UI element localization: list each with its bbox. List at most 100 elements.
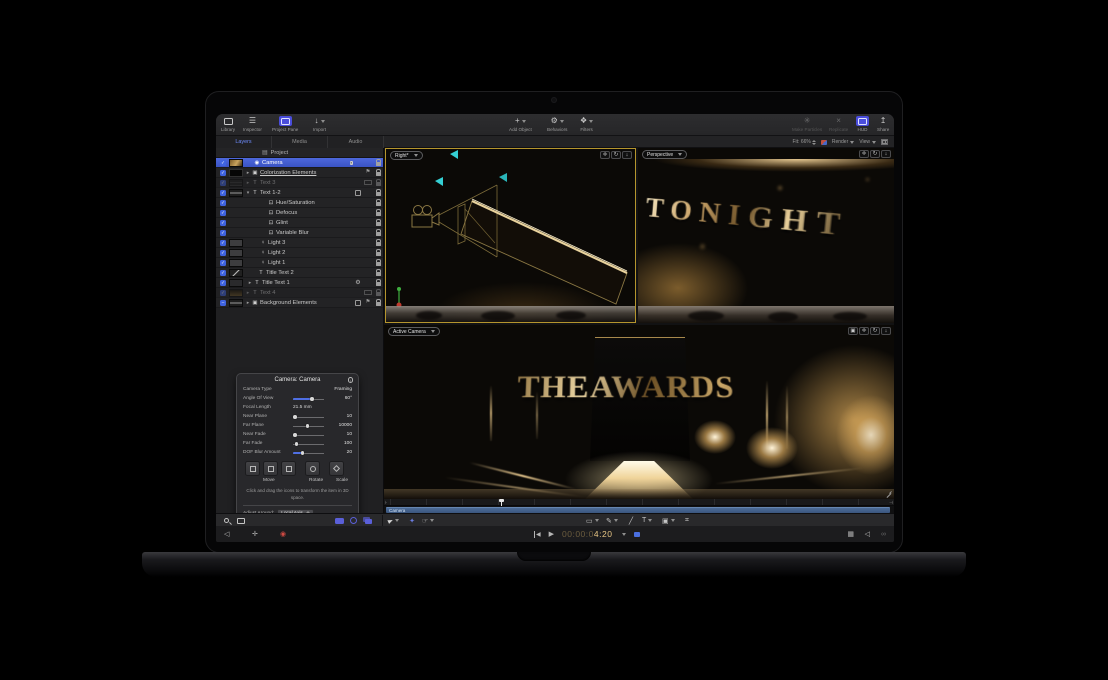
layer-status-icon[interactable] [353, 198, 363, 207]
tab-media[interactable]: Media [272, 136, 328, 148]
parameter-value[interactable]: 10 [326, 432, 352, 437]
layer-flag-icon[interactable] [363, 218, 373, 227]
layer-flag-icon[interactable] [363, 288, 373, 297]
layer-flag-icon[interactable] [363, 298, 373, 307]
replicate-button[interactable]: × Replicate [829, 116, 848, 132]
fit-zoom-control[interactable]: Fit: 66% [793, 139, 816, 145]
show-overlays-icon[interactable]: ✛ [252, 528, 258, 540]
lock-icon[interactable] [373, 168, 383, 177]
layer-flag-icon[interactable] [363, 278, 373, 287]
layer-row[interactable]: ✓ ⊡ Hue/Saturation [216, 198, 383, 208]
layer-checkbox[interactable]: ✓ [220, 200, 226, 206]
layer-flag-icon[interactable] [363, 168, 373, 177]
layer-row[interactable]: ✓ ▸ T Text 4 [216, 288, 383, 298]
layer-status-icon[interactable] [353, 288, 363, 297]
pan-view-icon[interactable]: ✛ [859, 327, 869, 335]
color-channel-icon[interactable] [821, 140, 827, 145]
project-header-row[interactable]: ▤ Project [216, 148, 383, 158]
import-button[interactable]: ↓ Import [313, 116, 326, 132]
timeline-ruler[interactable]: ⊦ ⊣ [384, 499, 894, 506]
viewport-perspective[interactable]: TONIGHT Perspective ✛ ↻ ↓ [638, 148, 894, 323]
parameter-value[interactable]: 60° [326, 396, 352, 401]
layer-row[interactable]: ✓ ▸ T Text 3 [216, 178, 383, 188]
layer-row[interactable]: ✓ ♀ Light 3 [216, 238, 383, 248]
layer-checkbox[interactable]: ✓ [220, 230, 226, 236]
timecode-display[interactable]: 00:00:04:20 [562, 529, 612, 540]
lock-icon[interactable] [373, 278, 383, 287]
show-film-strip-icon[interactable]: ▦ [847, 528, 854, 540]
lock-icon[interactable] [373, 218, 383, 227]
layer-flag-icon[interactable] [363, 248, 373, 257]
audio-mute-icon[interactable]: ◁ [224, 528, 229, 540]
lock-icon[interactable] [373, 198, 383, 207]
layer-status-icon[interactable] [353, 228, 363, 237]
record-button[interactable]: ◉ [280, 528, 286, 540]
behaviors-button[interactable]: ⚙ Behaviors [547, 116, 567, 132]
bezier-pen-tool[interactable]: ✎ [606, 515, 618, 526]
layer-row[interactable]: ✓ ▸ T Title Text 1 [216, 278, 383, 288]
share-button[interactable]: ↥ Share [877, 116, 889, 132]
layer-flag-icon[interactable] [363, 178, 373, 187]
make-particles-button[interactable]: ✳ Make Particles [792, 116, 822, 132]
layer-status-icon[interactable] [353, 208, 363, 217]
layer-checkbox[interactable]: ✓ [220, 220, 226, 226]
inspector-button[interactable]: ☰ Inspector [243, 116, 262, 132]
layer-checkbox[interactable]: ✓ [220, 190, 226, 196]
layer-status-icon[interactable] [353, 168, 363, 177]
line-tool[interactable]: ╱ [626, 515, 636, 526]
playhead[interactable] [501, 499, 502, 506]
orbit-view-icon[interactable]: ↻ [870, 150, 880, 158]
dolly-view-icon[interactable]: ↓ [881, 150, 891, 158]
zoom-tool-icon[interactable] [221, 515, 231, 526]
layout-grid-icon[interactable] [881, 139, 888, 145]
layer-checkbox[interactable]: ✓ [220, 160, 226, 166]
parameter-slider[interactable] [291, 439, 326, 448]
lock-icon[interactable] [373, 188, 383, 197]
mask-tool[interactable]: ▣ [662, 515, 675, 526]
layer-status-icon[interactable] [353, 218, 363, 227]
layer-status-icon[interactable] [353, 298, 363, 307]
info-icon[interactable]: i [348, 377, 354, 383]
layer-row[interactable]: ✓ ⊡ Glint [216, 218, 383, 228]
dolly-view-icon[interactable]: ↓ [881, 327, 891, 335]
loop-playback-icon[interactable]: ∞ [881, 528, 886, 540]
camera-view-icon[interactable]: ▣ [848, 327, 858, 335]
layer-status-icon[interactable] [353, 248, 363, 257]
add-object-button[interactable]: + Add Object [509, 116, 532, 132]
layer-row[interactable]: ✓ ⊡ Variable Blur [216, 228, 383, 238]
parameter-value[interactable]: 20 [326, 450, 352, 455]
layer-row[interactable]: ✓ ▸ ▣ Colorization Elements [216, 168, 383, 178]
parameter-slider[interactable] [291, 430, 326, 439]
move-xy-tool[interactable] [245, 461, 260, 476]
project-pane-button[interactable]: Project Pane [272, 116, 298, 132]
layer-checkbox[interactable]: ✓ [220, 180, 226, 186]
parameter-value[interactable]: Framing [326, 387, 352, 392]
layer-checkbox[interactable]: ✓ [220, 250, 226, 256]
layer-checkbox[interactable]: ✓ [220, 270, 226, 276]
parameter-slider[interactable] [291, 385, 326, 394]
lock-icon[interactable] [373, 178, 383, 187]
layer-flag-icon[interactable] [363, 158, 373, 167]
layer-flag-icon[interactable] [363, 208, 373, 217]
layer-row[interactable]: ✓ ♀ Light 2 [216, 248, 383, 258]
layer-row[interactable]: ✓ ⊡ Defocus [216, 208, 383, 218]
library-button[interactable]: Library [221, 116, 235, 132]
move-yz-tool[interactable] [281, 461, 296, 476]
layer-row[interactable]: ✓ T Title Text 2 [216, 268, 383, 278]
layer-flag-icon[interactable] [363, 238, 373, 247]
view-menu[interactable]: View [859, 139, 876, 145]
orbit-view-icon[interactable]: ↻ [870, 327, 880, 335]
layer-checkbox[interactable]: ✓ [220, 210, 226, 216]
layer-status-icon[interactable] [353, 158, 363, 167]
render-menu[interactable]: Render [832, 139, 854, 145]
rotate-tool[interactable] [305, 461, 320, 476]
parameter-slider[interactable]: 21.5 mm [291, 403, 326, 412]
ring-object-toggle[interactable] [348, 515, 358, 526]
layer-checkbox[interactable]: ✓ [220, 280, 226, 286]
viewport-right[interactable]: Right* ✛ ↻ ↓ [385, 148, 636, 323]
layer-row[interactable]: ✓ ▾ T Text 1-2 [216, 188, 383, 198]
scale-tool[interactable] [329, 461, 344, 476]
layer-checkbox[interactable]: ✓ [220, 170, 226, 176]
timeline-resize-handle-icon[interactable] [886, 492, 892, 498]
parameter-value[interactable]: 10000 [326, 423, 352, 428]
